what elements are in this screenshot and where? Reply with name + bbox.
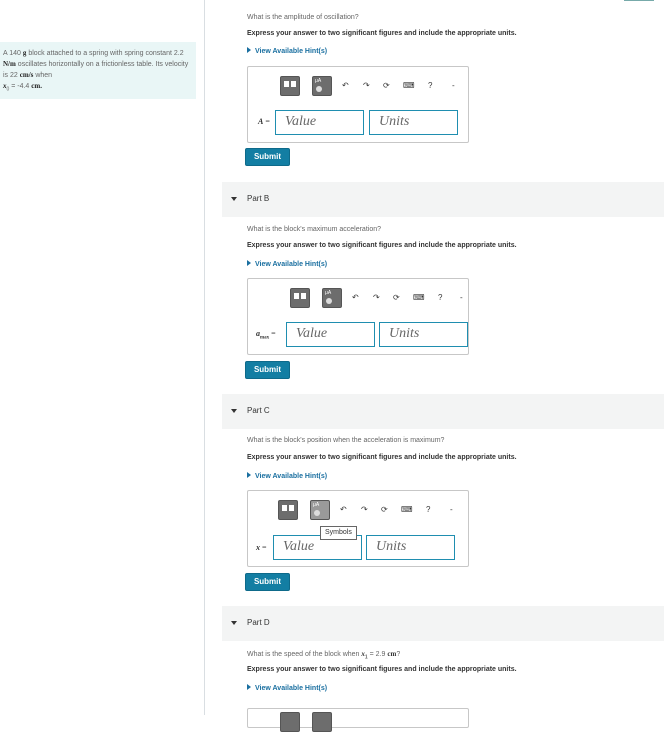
part-b-hint-link[interactable]: View Available Hint(s)	[247, 260, 327, 268]
templates-icon[interactable]	[280, 76, 300, 96]
part-d-question: What is the speed of the block when x1 =…	[247, 650, 401, 661]
templates-icon[interactable]	[280, 712, 300, 732]
collapse-caret-icon	[231, 621, 237, 625]
part-a-variable-label: A =	[258, 117, 270, 126]
undo-icon[interactable]: ↶	[352, 293, 359, 302]
symbols-tooltip: Symbols	[320, 526, 357, 540]
expand-triangle-icon	[247, 472, 251, 478]
symbols-icon[interactable]	[312, 712, 332, 732]
part-b-units-input[interactable]: Units	[379, 322, 468, 347]
keyboard-icon[interactable]: ⌨	[403, 81, 415, 90]
expand-triangle-icon	[247, 684, 251, 690]
part-a-question: What is the amplitude of oscillation?	[247, 14, 359, 21]
part-b-answer-box: μA ↶ ↷ ⟳ ⌨ ? - amax = Value Units	[247, 278, 469, 355]
help-icon[interactable]: ?	[428, 81, 432, 90]
part-c-header[interactable]: Part C	[222, 394, 664, 429]
part-c-question: What is the block's position when the ac…	[247, 437, 445, 444]
keyboard-icon[interactable]: ⌨	[401, 505, 413, 514]
part-c-hint-link[interactable]: View Available Hint(s)	[247, 472, 327, 480]
templates-icon[interactable]	[278, 500, 298, 520]
part-a-instructions: Express your answer to two significant f…	[247, 30, 517, 37]
part-c-units-input[interactable]: Units	[366, 535, 455, 560]
part-a-answer-box: μA ↶ ↷ ⟳ ⌨ ? - A = Value Units	[247, 66, 469, 143]
part-a-submit-button[interactable]: Submit	[245, 148, 290, 166]
part-b-submit-button[interactable]: Submit	[245, 361, 290, 379]
part-c-answer-box: μA ↶ ↷ ⟳ ⌨ ? - x = Value Units	[247, 490, 469, 567]
more-options-icon[interactable]: -	[460, 293, 463, 302]
more-options-icon[interactable]: -	[450, 505, 453, 514]
redo-icon[interactable]: ↷	[363, 81, 370, 90]
help-icon[interactable]: ?	[426, 505, 430, 514]
part-d-hint-link[interactable]: View Available Hint(s)	[247, 684, 327, 692]
part-d-header[interactable]: Part D	[222, 606, 664, 641]
part-b-header[interactable]: Part B	[222, 182, 664, 217]
reset-icon[interactable]: ⟳	[393, 293, 400, 302]
more-options-icon[interactable]: -	[452, 81, 455, 90]
part-a-hint-link[interactable]: View Available Hint(s)	[247, 47, 327, 55]
part-b-value-input[interactable]: Value	[286, 322, 375, 347]
redo-icon[interactable]: ↷	[373, 293, 380, 302]
problem-statement: A 140 g block attached to a spring with …	[0, 42, 196, 99]
part-b-variable-label: amax =	[256, 329, 276, 341]
top-edge-mark	[624, 0, 654, 2]
expand-triangle-icon	[247, 260, 251, 266]
part-d-answer-box	[247, 708, 469, 732]
expand-triangle-icon	[247, 47, 251, 53]
part-c-variable-label: x =	[256, 543, 267, 552]
keyboard-icon[interactable]: ⌨	[413, 293, 425, 302]
part-c-instructions: Express your answer to two significant f…	[247, 454, 517, 461]
redo-icon[interactable]: ↷	[361, 505, 368, 514]
collapse-caret-icon	[231, 409, 237, 413]
part-d-instructions: Express your answer to two significant f…	[247, 666, 517, 673]
reset-icon[interactable]: ⟳	[383, 81, 390, 90]
templates-icon[interactable]	[290, 288, 310, 308]
help-icon[interactable]: ?	[438, 293, 442, 302]
part-b-question: What is the block's maximum acceleration…	[247, 226, 381, 233]
collapse-caret-icon	[231, 197, 237, 201]
part-c-submit-button[interactable]: Submit	[245, 573, 290, 591]
undo-icon[interactable]: ↶	[340, 505, 347, 514]
part-a-value-input[interactable]: Value	[275, 110, 364, 135]
symbols-icon[interactable]: μA	[322, 288, 342, 308]
symbols-icon[interactable]: μA	[310, 500, 330, 520]
part-a-units-input[interactable]: Units	[369, 110, 458, 135]
left-panel: A 140 g block attached to a spring with …	[0, 0, 205, 715]
reset-icon[interactable]: ⟳	[381, 505, 388, 514]
symbols-icon[interactable]: μA	[312, 76, 332, 96]
part-b-instructions: Express your answer to two significant f…	[247, 242, 517, 249]
undo-icon[interactable]: ↶	[342, 81, 349, 90]
